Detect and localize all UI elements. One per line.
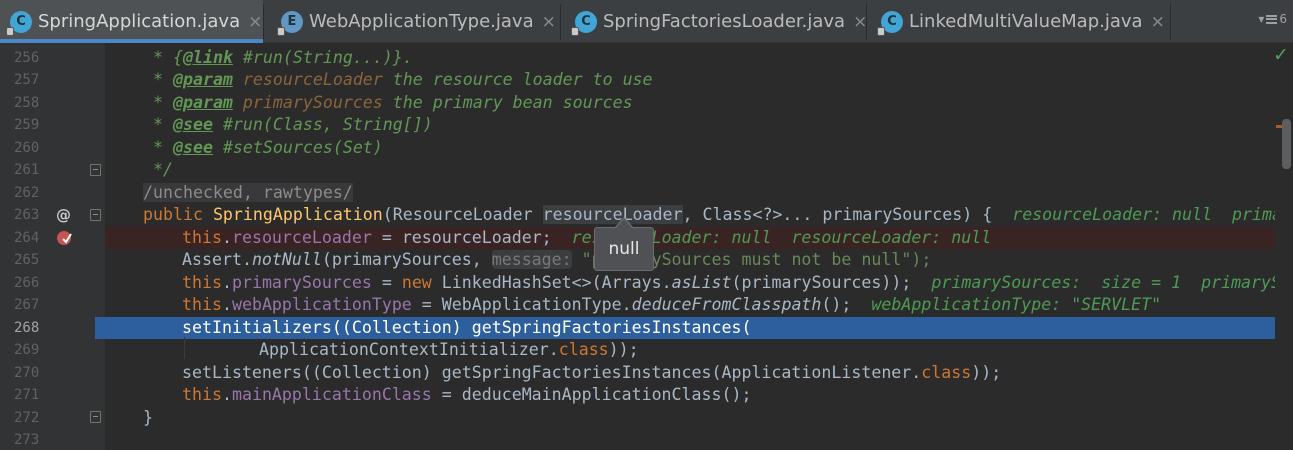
lock-icon — [6, 26, 14, 36]
line-number: 259 — [14, 117, 40, 133]
code-line-264[interactable]: this.resourceLoader = resourceLoader; re… — [182, 227, 991, 249]
code-line-270[interactable]: setListeners((Collection) getSpringFacto… — [182, 362, 1001, 384]
lock-icon — [571, 26, 579, 36]
tab-label: WebApplicationType.java — [309, 11, 534, 32]
line-number: 270 — [14, 365, 40, 381]
code-line-272[interactable]: } — [143, 407, 153, 429]
list-icon — [1266, 14, 1278, 24]
class-icon: C — [571, 10, 597, 36]
tab-divider — [1170, 4, 1171, 40]
code-line-269[interactable]: ApplicationContextInitializer.class)); — [259, 339, 639, 361]
line-number: 264 — [14, 230, 40, 246]
error-stripe[interactable] — [1275, 43, 1293, 450]
fold-icon[interactable] — [90, 209, 101, 221]
line-number: 260 — [14, 140, 40, 156]
breakpoint-icon[interactable] — [56, 230, 72, 246]
tooltip-arrow-fill — [615, 219, 633, 229]
enum-icon: E — [277, 10, 303, 36]
code-line-258[interactable]: * @param primarySources the primary bean… — [143, 92, 633, 114]
line-number: 266 — [14, 275, 40, 291]
line-number: 262 — [14, 185, 40, 201]
line-number: 257 — [14, 72, 40, 88]
chevron-down-icon: ▾ — [1258, 12, 1265, 26]
code-line-263[interactable]: public SpringApplication(ResourceLoader … — [143, 204, 1293, 226]
line-number: 273 — [14, 432, 40, 448]
line-number-current: 268 — [14, 320, 40, 336]
lock-icon — [877, 26, 885, 36]
close-icon[interactable]: × — [248, 12, 262, 32]
tab-web-application-type[interactable]: E WebApplicationType.java × — [264, 0, 560, 43]
tab-spring-factories-loader[interactable]: C SpringFactoriesLoader.java × — [561, 0, 867, 43]
editor-tab-bar: C SpringApplication.java × E WebApplicat… — [0, 0, 1293, 43]
code-line-260[interactable]: * @see #setSources(Set) — [143, 137, 383, 159]
inline-debug-value: webApplicationType: "SERVLET" — [851, 295, 1162, 314]
fold-icon[interactable] — [90, 411, 101, 423]
line-number: 267 — [14, 297, 40, 313]
line-number: 272 — [14, 410, 40, 426]
code-line-271[interactable]: this.mainApplicationClass = deduceMainAp… — [182, 384, 751, 406]
close-icon[interactable]: × — [542, 12, 556, 32]
indent-guide — [184, 337, 185, 359]
code-line-268[interactable]: setInitializers((Collection) getSpringFa… — [182, 317, 751, 339]
tab-label: LinkedMultiValueMap.java — [909, 11, 1143, 32]
tab-label: SpringApplication.java — [38, 11, 241, 32]
line-number: 258 — [14, 95, 40, 111]
class-icon: C — [6, 10, 32, 36]
close-icon[interactable]: × — [1151, 12, 1165, 32]
code-line-256[interactable]: * {@link #run(String...)}. — [143, 47, 413, 69]
code-line-266[interactable]: this.primarySources = new LinkedHashSet<… — [182, 272, 1293, 294]
debug-value-tooltip: null — [594, 227, 654, 271]
code-line-265[interactable]: Assert.notNull(primarySources, message: … — [182, 249, 931, 271]
execution-point-marker — [95, 317, 105, 339]
code-line-262[interactable]: /unchecked, rawtypes/ — [143, 182, 353, 204]
fold-icon[interactable] — [90, 164, 101, 176]
inline-debug-value: resourceLoader: null primarySources: siz… — [1012, 205, 1293, 224]
code-line-267[interactable]: this.webApplicationType = WebApplication… — [182, 294, 1161, 316]
code-editor[interactable]: 256 257 258 259 260 261 262 263 264 265 … — [0, 43, 1293, 450]
tab-overflow-count: 6 — [1279, 12, 1287, 26]
line-number: 261 — [14, 162, 40, 178]
inline-debug-value: primarySources: size = 1 primarySources:… — [931, 273, 1293, 292]
parameter-hint: message: — [491, 250, 572, 269]
tab-linked-multi-value-map[interactable]: C LinkedMultiValueMap.java × — [867, 0, 1170, 43]
line-number: 256 — [14, 50, 40, 66]
code-line-259[interactable]: * @see #run(Class, String[]) — [143, 114, 433, 136]
lock-icon — [277, 26, 285, 36]
code-line-257[interactable]: * @param resourceLoader the resource loa… — [143, 69, 653, 91]
tab-spring-application[interactable]: C SpringApplication.java × — [0, 0, 263, 43]
line-number: 271 — [14, 387, 40, 403]
tab-label: SpringFactoriesLoader.java — [603, 11, 846, 32]
override-marker-icon[interactable]: @ — [56, 204, 72, 226]
line-number: 263 — [14, 207, 40, 223]
line-number: 269 — [14, 342, 40, 358]
inspection-ok-icon[interactable]: ✓ — [1273, 44, 1289, 66]
tooltip-value: null — [608, 239, 640, 259]
class-icon: C — [877, 10, 903, 36]
vertical-scrollbar-thumb[interactable] — [1282, 119, 1291, 169]
code-line-261[interactable]: */ — [143, 159, 173, 181]
tab-overflow-button[interactable]: ▾ 6 — [1258, 12, 1287, 26]
line-number: 265 — [14, 252, 40, 268]
